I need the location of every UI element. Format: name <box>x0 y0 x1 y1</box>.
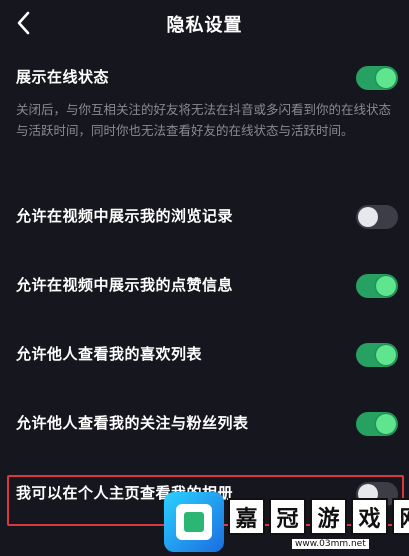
header: 隐私设置 <box>0 0 409 48</box>
setting-label: 展示在线状态 <box>16 68 110 86</box>
page-title: 隐私设置 <box>166 15 243 36</box>
setting-label: 允许他人查看我的关注与粉丝列表 <box>16 414 249 432</box>
watermark: 嘉 冠 游 戏 网 www.03mm.net <box>164 492 409 556</box>
toggle-knob <box>376 276 396 296</box>
setting-row-browse-history: 允许在视频中展示我的浏览记录 <box>0 193 409 241</box>
watermark-url: www.03mm.net <box>292 539 369 549</box>
online-status-description: 关闭后，与你互相关注的好友将无法在抖音或多闪看到你的在线状态与活跃时间，同时你也… <box>16 102 392 138</box>
toggle-knob <box>376 414 396 434</box>
toggle-knob <box>376 68 396 88</box>
toggle-follow-list[interactable] <box>356 412 398 436</box>
setting-label: 允许在视频中展示我的点赞信息 <box>16 276 234 294</box>
watermark-char: 戏 <box>351 498 388 535</box>
setting-row-follow-list: 允许他人查看我的关注与粉丝列表 <box>0 400 409 448</box>
setting-row-like-info: 允许在视频中展示我的点赞信息 <box>0 262 409 310</box>
toggle-like-info[interactable] <box>356 274 398 298</box>
setting-row-online-status: 展示在线状态 <box>0 54 409 102</box>
setting-label: 允许在视频中展示我的浏览记录 <box>16 207 234 225</box>
watermark-char: 网 <box>392 498 409 535</box>
setting-label: 允许他人查看我的喜欢列表 <box>16 345 203 363</box>
watermark-text: 嘉 冠 游 戏 网 <box>228 498 409 535</box>
watermark-char: 冠 <box>269 498 306 535</box>
watermark-char: 嘉 <box>228 498 265 535</box>
toggle-knob <box>376 345 396 365</box>
toggle-browse-history[interactable] <box>356 205 398 229</box>
toggle-knob <box>358 207 378 227</box>
toggle-likes-list[interactable] <box>356 343 398 367</box>
watermark-char: 游 <box>310 498 347 535</box>
watermark-logo <box>164 492 224 552</box>
setting-row-likes-list: 允许他人查看我的喜欢列表 <box>0 331 409 379</box>
toggle-online-status[interactable] <box>356 66 398 90</box>
